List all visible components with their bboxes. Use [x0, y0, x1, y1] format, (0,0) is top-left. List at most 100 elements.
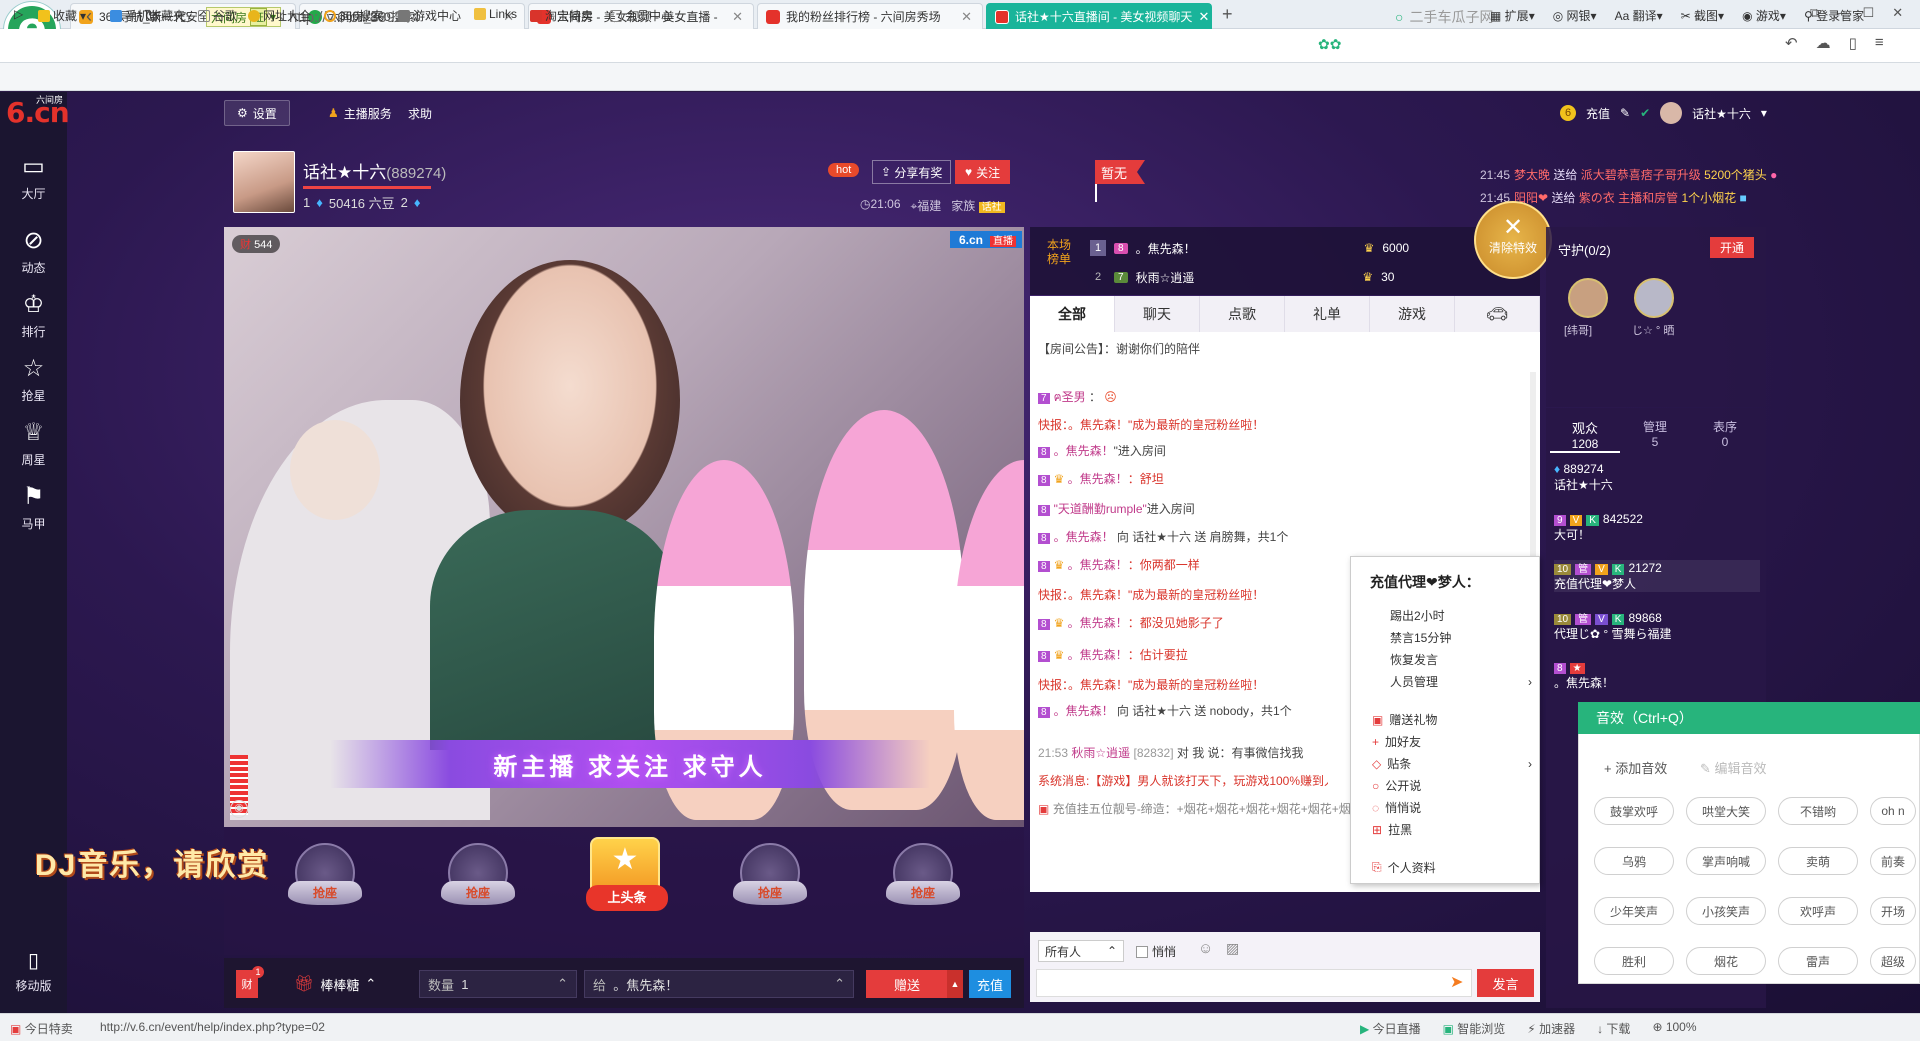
- guard-avatar[interactable]: [1634, 278, 1674, 318]
- give-button[interactable]: 赠送: [866, 970, 948, 998]
- anchor-avatar[interactable]: [233, 151, 295, 213]
- camera-icon[interactable]: ◉: [230, 800, 248, 818]
- tab-all[interactable]: 全部: [1030, 296, 1115, 332]
- seat-1[interactable]: 抢座: [280, 843, 370, 923]
- nav-feed[interactable]: ⊘ 动态: [0, 226, 67, 276]
- tab-game[interactable]: 游戏: [1370, 296, 1455, 332]
- sound-button[interactable]: 胜利: [1594, 947, 1674, 975]
- sound-button[interactable]: 乌鸦: [1594, 847, 1674, 875]
- menu-kick[interactable]: 踢出2小时: [1372, 607, 1532, 624]
- help-link[interactable]: 求助: [396, 100, 444, 126]
- follow-button[interactable]: ♥ 关注: [955, 160, 1011, 184]
- verified-icon[interactable]: ✔: [1640, 106, 1650, 120]
- sound-button[interactable]: 超级: [1870, 947, 1916, 975]
- sound-button[interactable]: 哄堂大笑: [1686, 797, 1766, 825]
- nav-ranking[interactable]: ♔ 排行: [0, 290, 67, 340]
- guard-open-button[interactable]: 开通: [1710, 237, 1755, 258]
- chat-input[interactable]: [1036, 969, 1472, 997]
- maximize-icon[interactable]: ☐: [1863, 5, 1875, 21]
- live-today-button[interactable]: ▶ 今日直播: [1360, 1020, 1421, 1037]
- recipient-select[interactable]: 所有人 ⌃: [1038, 940, 1124, 962]
- bookmark-item[interactable]: 会员中心: [610, 7, 673, 24]
- send-plane-icon[interactable]: ➤: [1450, 972, 1463, 992]
- sound-button[interactable]: 小孩笑声: [1686, 897, 1766, 925]
- bookmark-item[interactable]: 游戏中心: [398, 7, 461, 24]
- cloud-icon[interactable]: ☁: [1816, 34, 1831, 52]
- audience-row[interactable]: 9 V K 842522 大可！: [1554, 512, 1643, 543]
- status-left[interactable]: ▣ 今日特卖: [10, 1020, 73, 1037]
- sound-button[interactable]: 欢呼声: [1778, 897, 1858, 925]
- translate-button[interactable]: Aa 翻译▾: [1615, 7, 1663, 24]
- seat-4[interactable]: 抢座: [878, 843, 968, 923]
- bookmark-item[interactable]: 收藏 ▾: [38, 7, 86, 24]
- menu-unmute[interactable]: 恢复发言: [1372, 651, 1532, 668]
- rank-title[interactable]: 本场榜单: [1045, 238, 1073, 266]
- menu-block[interactable]: ⊞ 拉黑: [1372, 821, 1532, 838]
- audience-row[interactable]: 8 ★ 。焦先森！: [1554, 660, 1614, 691]
- menu-give-gift[interactable]: ▣ 赠送礼物: [1372, 711, 1532, 728]
- clear-effects-button[interactable]: ✕ 清除特效: [1474, 201, 1552, 279]
- phone-icon[interactable]: ▯: [1849, 34, 1857, 52]
- sound-button[interactable]: 鼓掌欢呼: [1594, 797, 1674, 825]
- rank-row[interactable]: 2 7 秋雨☆逍遥 ♛ 30: [1090, 264, 1395, 290]
- bookmark-item[interactable]: 网址大全: [248, 7, 311, 24]
- bookmark-item[interactable]: 谷歌: [198, 7, 237, 24]
- sound-button[interactable]: 雷声: [1778, 947, 1858, 975]
- bookmark-item[interactable]: 手机收藏夹: [110, 7, 185, 24]
- menu-whisper[interactable]: ◌ 悄悄说: [1372, 799, 1532, 816]
- nav-hall[interactable]: ▭ 大厅: [0, 152, 67, 202]
- game-button[interactable]: ◉ 游戏▾: [1742, 7, 1786, 24]
- menu-icon[interactable]: ≡: [1875, 34, 1884, 52]
- speed-icon[interactable]: ✿✿: [1318, 36, 1341, 53]
- accelerator-button[interactable]: ⚡ 加速器: [1527, 1020, 1575, 1037]
- charge-button[interactable]: 充值: [969, 970, 1011, 998]
- site-logo[interactable]: 六间房 6.cn: [6, 96, 70, 129]
- edit-sound-button[interactable]: ✎ 编辑音效: [1700, 758, 1767, 777]
- live-video[interactable]: [224, 227, 1024, 827]
- bookmarks-toggle-icon[interactable]: ▷: [14, 7, 23, 21]
- menu-mute[interactable]: 禁言15分钟: [1372, 629, 1532, 646]
- nav-grab-star[interactable]: ☆ 抢星: [0, 354, 67, 404]
- nav-mobile[interactable]: ▯ 移动版: [0, 948, 67, 994]
- car-tab[interactable]: 🚗︎: [1455, 296, 1540, 332]
- family-tag[interactable]: 话社: [978, 202, 1005, 213]
- rank-row[interactable]: 1 8 。焦先森！ ♛ 6000: [1090, 235, 1409, 261]
- user-name[interactable]: 话社★十六: [1692, 105, 1751, 122]
- tab-chat[interactable]: 聊天: [1115, 296, 1200, 332]
- menu-sticker[interactable]: ◇ 贴条 ›: [1372, 755, 1532, 772]
- audience-row[interactable]: 10 管 V K 89868 代理じ✿ ° 雪舞ら福建: [1554, 610, 1672, 642]
- tab-audience[interactable]: 观众 1208: [1550, 418, 1620, 453]
- menu-add-friend[interactable]: + 加好友: [1372, 733, 1532, 750]
- sound-button[interactable]: 烟花: [1686, 947, 1766, 975]
- menu-profile[interactable]: ⎘ 个人资料: [1372, 859, 1532, 876]
- seat-3[interactable]: 抢座: [725, 843, 815, 923]
- whisper-checkbox[interactable]: 悄悄: [1136, 943, 1176, 960]
- bookmark-item[interactable]: 360搜索: [324, 7, 383, 24]
- zoom-level[interactable]: ⊕ 100%: [1652, 1020, 1696, 1037]
- give-dropdown-icon[interactable]: ▲: [947, 970, 963, 998]
- download-button[interactable]: ↓ 下载: [1597, 1020, 1630, 1037]
- tab-managers[interactable]: 管理 5: [1620, 418, 1690, 449]
- audience-row-selected[interactable]: 10 管 V K 21272 充值代理❤梦人: [1554, 560, 1760, 592]
- bookmark-item[interactable]: Links: [474, 7, 517, 21]
- menu-manage[interactable]: 人员管理 ›: [1372, 673, 1532, 690]
- sound-button[interactable]: 不错哟: [1778, 797, 1858, 825]
- sound-button[interactable]: 卖萌: [1778, 847, 1858, 875]
- tab-song[interactable]: 点歌: [1200, 296, 1285, 332]
- edit-icon[interactable]: ✎: [1620, 106, 1630, 120]
- sound-button[interactable]: 掌声响喊: [1686, 847, 1766, 875]
- undo-icon[interactable]: ↶: [1785, 34, 1798, 52]
- share-button[interactable]: ⇪ 分享有奖: [872, 160, 952, 184]
- nav-week-star[interactable]: ♕ 周星: [0, 418, 67, 468]
- quantity-field[interactable]: 数量 1 ⌃: [419, 970, 577, 998]
- extension-button[interactable]: ▦ 扩展▾: [1490, 7, 1535, 24]
- seat-2[interactable]: 抢座: [433, 843, 523, 923]
- recharge-link[interactable]: 充值: [1586, 105, 1610, 122]
- guard-avatar[interactable]: [1568, 278, 1608, 318]
- gift-select[interactable]: 🎁︎ 棒棒糖 ⌃: [294, 970, 376, 998]
- audience-row[interactable]: ♦ 889274 话社★十六: [1554, 462, 1613, 493]
- emoji-icon[interactable]: ☺: [1198, 940, 1213, 957]
- anchor-service-link[interactable]: ♟ 主播服务: [316, 100, 404, 126]
- sound-button[interactable]: 前奏: [1870, 847, 1916, 875]
- bookmark-item[interactable]: 淘宝特卖: [530, 7, 593, 24]
